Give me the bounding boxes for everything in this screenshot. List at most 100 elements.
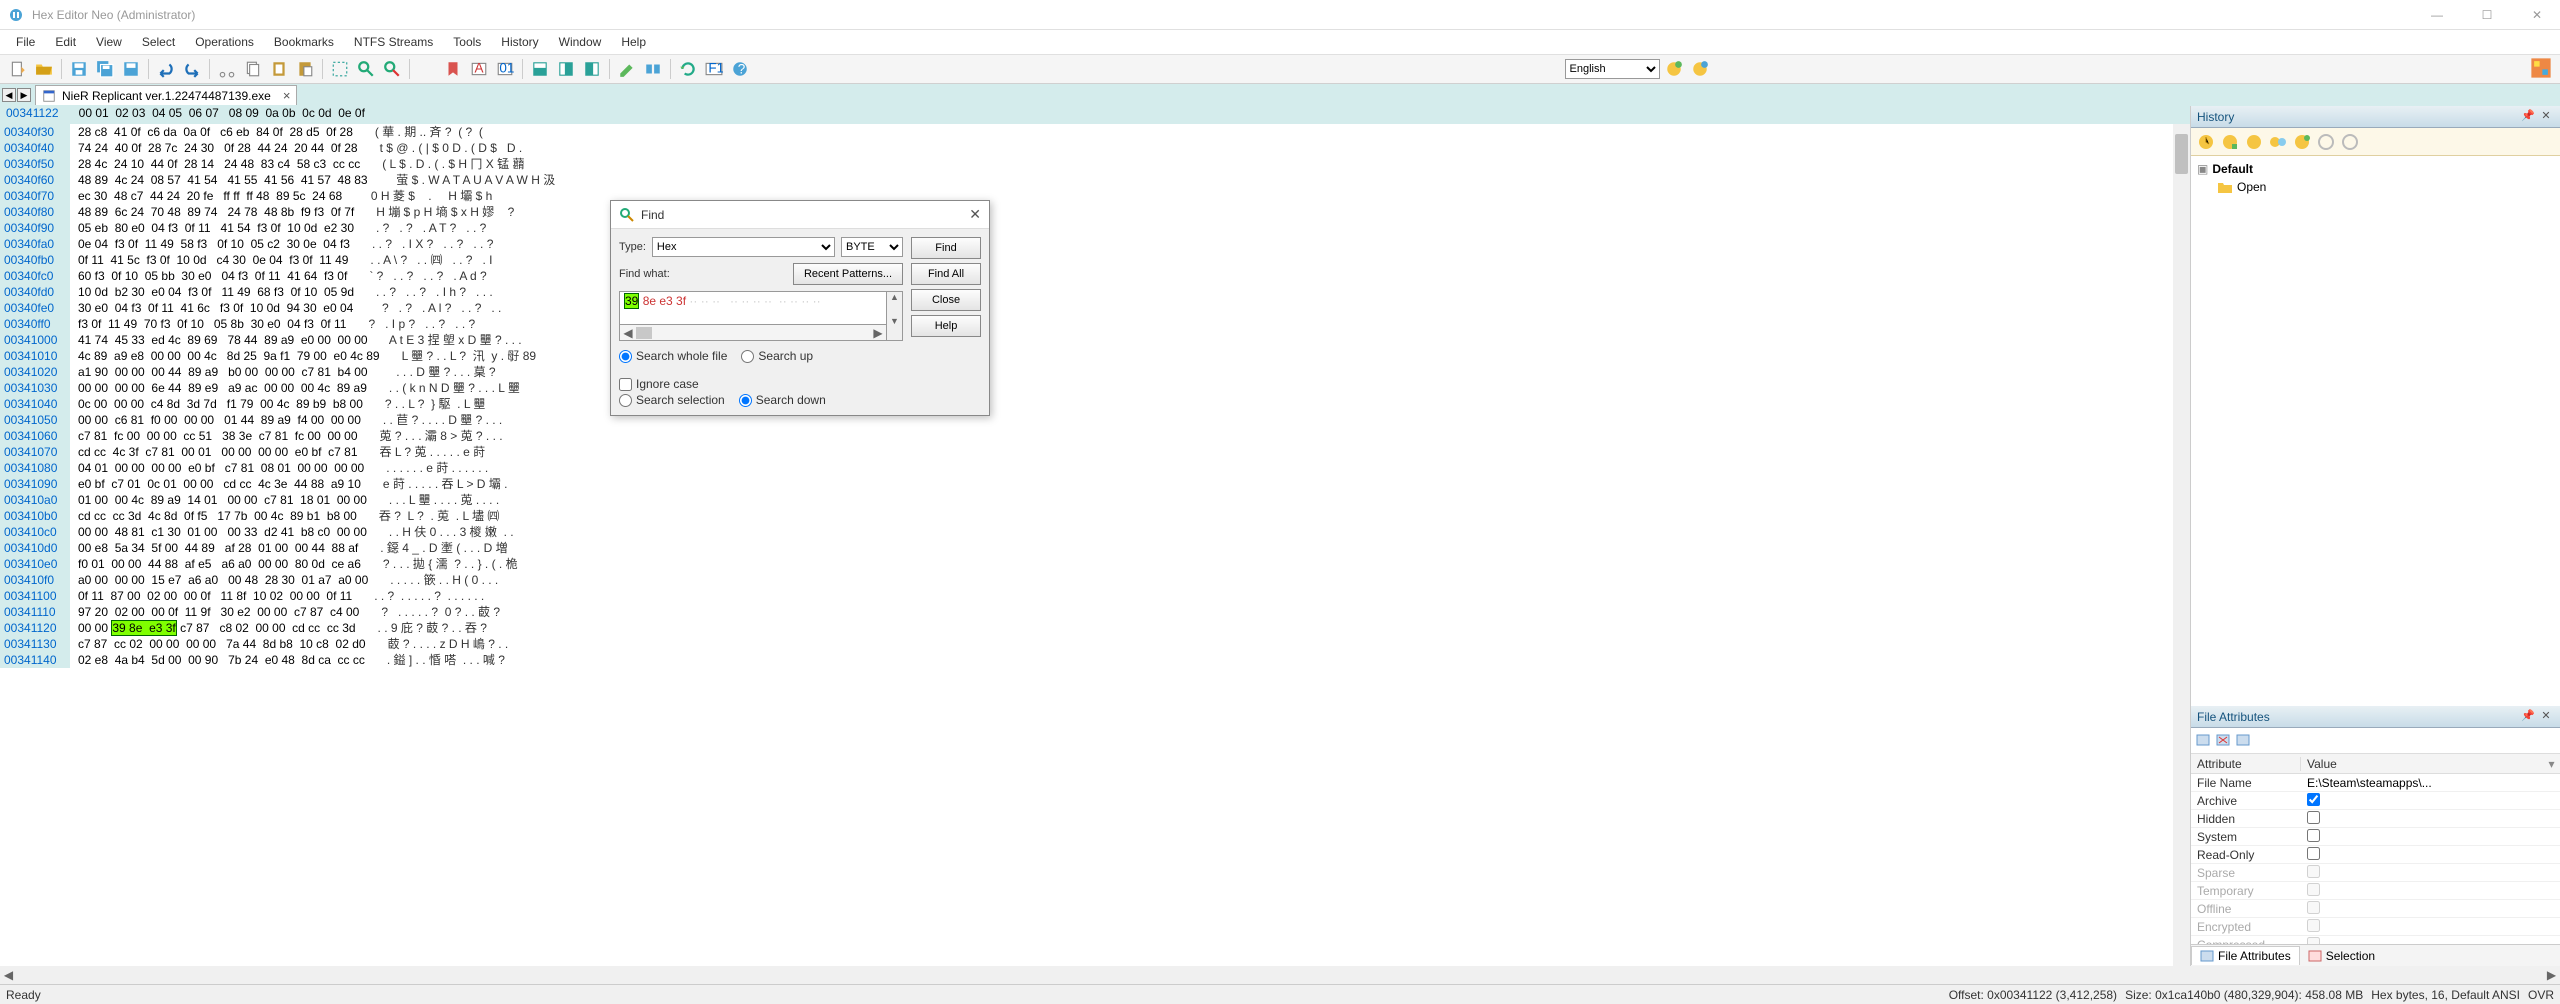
- fileattr-row[interactable]: Archive: [2191, 792, 2560, 810]
- fileattr-checkbox[interactable]: [2307, 811, 2320, 824]
- paste-button[interactable]: [267, 57, 291, 81]
- save-as-button[interactable]: [119, 57, 143, 81]
- history-tb-6[interactable]: [2315, 131, 2337, 153]
- menu-select[interactable]: Select: [134, 33, 183, 51]
- hex-row[interactable]: 003410104c 89 a9 e8 00 00 00 4c 8d 25 9a…: [0, 348, 2190, 364]
- history-tb-5[interactable]: [2291, 131, 2313, 153]
- fileattr-pin-button[interactable]: 📌: [2520, 709, 2536, 725]
- search-whole-file-radio[interactable]: Search whole file: [619, 349, 727, 363]
- hex-row[interactable]: 00340f5028 4c 24 10 44 0f 28 14 24 48 83…: [0, 156, 2190, 172]
- redo-button[interactable]: [180, 57, 204, 81]
- fileattr-row[interactable]: Offline: [2191, 900, 2560, 918]
- globe1-button[interactable]: [1662, 57, 1686, 81]
- hex-row[interactable]: 0034100041 74 45 33 ed 4c 89 69 78 44 89…: [0, 332, 2190, 348]
- hex-row[interactable]: 003410b0cd cc cc 3d 4c 8d 0f f5 17 7b 00…: [0, 508, 2190, 524]
- history-tb-7[interactable]: [2339, 131, 2361, 153]
- hex-row[interactable]: 0034114002 e8 4a b4 5d 00 00 90 7b 24 e0…: [0, 652, 2190, 668]
- binary-button[interactable]: 01: [493, 57, 517, 81]
- fileattr-checkbox[interactable]: [2307, 847, 2320, 860]
- compare-button[interactable]: [641, 57, 665, 81]
- layout3-button[interactable]: [580, 57, 604, 81]
- hex-row[interactable]: 00340ff0f3 0f 11 49 70 f3 0f 10 05 8b 30…: [0, 316, 2190, 332]
- close-button-dlg[interactable]: Close: [911, 289, 981, 311]
- history-tree[interactable]: ▣ Default Open: [2191, 156, 2560, 706]
- tab-selection[interactable]: Selection: [2300, 947, 2383, 965]
- document-tab[interactable]: NieR Replicant ver.1.22474487139.exe ×: [35, 85, 297, 105]
- fa-tb-2[interactable]: [2215, 732, 2233, 750]
- find-input-hscroll[interactable]: ◀▶: [619, 325, 887, 341]
- hex-row[interactable]: 003410f0a0 00 00 00 15 e7 a6 a0 00 48 28…: [0, 572, 2190, 588]
- close-button[interactable]: ✕: [2522, 8, 2552, 22]
- history-pin-button[interactable]: 📌: [2520, 109, 2536, 125]
- language-select[interactable]: English: [1565, 59, 1660, 79]
- hex-row[interactable]: 0034112000 00 39 8e e3 3f c7 87 c8 02 00…: [0, 620, 2190, 636]
- save-button[interactable]: [67, 57, 91, 81]
- hex-row[interactable]: 003410e0f0 01 00 00 44 88 af e5 a6 a0 00…: [0, 556, 2190, 572]
- refresh-button[interactable]: [676, 57, 700, 81]
- menu-edit[interactable]: Edit: [47, 33, 84, 51]
- find-input-vscroll[interactable]: ▲▼: [887, 291, 903, 341]
- hex-row[interactable]: 003410a001 00 00 4c 89 a9 14 01 00 00 c7…: [0, 492, 2190, 508]
- maximize-button[interactable]: ☐: [2472, 8, 2502, 22]
- hex-row[interactable]: 003410400c 00 00 00 c4 8d 3d 7d f1 79 00…: [0, 396, 2190, 412]
- highlight-button[interactable]: [615, 57, 639, 81]
- paste-special-button[interactable]: [293, 57, 317, 81]
- fileattr-checkbox[interactable]: [2307, 793, 2320, 806]
- fa-tb-3[interactable]: [2235, 732, 2253, 750]
- layout2-button[interactable]: [554, 57, 578, 81]
- find-dialog-close[interactable]: ✕: [969, 206, 981, 223]
- hex-row[interactable]: 00341060c7 81 fc 00 00 00 cc 51 38 3e c7…: [0, 428, 2190, 444]
- replace-button[interactable]: [380, 57, 404, 81]
- find-byte-select[interactable]: BYTE: [841, 237, 903, 257]
- hex-row[interactable]: 0034111097 20 02 00 00 0f 11 9f 30 e2 00…: [0, 604, 2190, 620]
- menu-ntfs-streams[interactable]: NTFS Streams: [346, 33, 441, 51]
- history-tb-4[interactable]: [2267, 131, 2289, 153]
- hex-row[interactable]: 003410d000 e8 5a 34 5f 00 44 89 af 28 01…: [0, 540, 2190, 556]
- undo-button[interactable]: [154, 57, 178, 81]
- hex-row[interactable]: 0034105000 00 c6 81 f0 00 00 00 01 44 89…: [0, 412, 2190, 428]
- fileattr-row[interactable]: Hidden: [2191, 810, 2560, 828]
- layout1-button[interactable]: [528, 57, 552, 81]
- history-close-button[interactable]: ✕: [2538, 109, 2554, 125]
- copy-button[interactable]: [241, 57, 265, 81]
- tab-file-attributes[interactable]: File Attributes: [2191, 946, 2300, 965]
- fileattr-row[interactable]: Temporary: [2191, 882, 2560, 900]
- tab-nav-left[interactable]: ◀: [2, 88, 16, 102]
- new-file-button[interactable]: [6, 57, 30, 81]
- menu-window[interactable]: Window: [551, 33, 610, 51]
- hex-row[interactable]: 00340fe030 e0 04 f3 0f 11 41 6c f3 0f 10…: [0, 300, 2190, 316]
- search-down-radio[interactable]: Search down: [739, 393, 826, 407]
- hex-row[interactable]: 00341130c7 87 cc 02 00 00 00 00 7a 44 8d…: [0, 636, 2190, 652]
- fileattr-row[interactable]: System: [2191, 828, 2560, 846]
- fileattr-checkbox[interactable]: [2307, 829, 2320, 842]
- hex-row[interactable]: 00340fb00f 11 41 5c f3 0f 10 0d c4 30 0e…: [0, 252, 2190, 268]
- find-type-select[interactable]: Hex: [652, 237, 835, 257]
- hex-row[interactable]: 00340f9005 eb 80 e0 04 f3 0f 11 41 54 f3…: [0, 220, 2190, 236]
- globe2-button[interactable]: [1688, 57, 1712, 81]
- hex-row[interactable]: 003410c000 00 48 81 c1 30 01 00 00 33 d2…: [0, 524, 2190, 540]
- minimize-button[interactable]: —: [2422, 8, 2452, 22]
- hex-row[interactable]: 0034108004 01 00 00 00 00 e0 bf c7 81 08…: [0, 460, 2190, 476]
- encoding-button[interactable]: A: [467, 57, 491, 81]
- hex-row[interactable]: 00340fa00e 04 f3 0f 11 49 58 f3 0f 10 05…: [0, 236, 2190, 252]
- hex-row[interactable]: 00340f6048 89 4c 24 08 57 41 54 41 55 41…: [0, 172, 2190, 188]
- history-open-item[interactable]: Open: [2237, 180, 2266, 194]
- hex-row[interactable]: 00340f70ec 30 48 c7 44 24 20 fe ff ff ff…: [0, 188, 2190, 204]
- menu-history[interactable]: History: [493, 33, 546, 51]
- search-selection-radio[interactable]: Search selection: [619, 393, 725, 407]
- select-button[interactable]: [328, 57, 352, 81]
- f1-button[interactable]: F1: [702, 57, 726, 81]
- fileattr-close-button[interactable]: ✕: [2538, 709, 2554, 725]
- fa-tb-1[interactable]: [2195, 732, 2213, 750]
- hex-row[interactable]: 003411000f 11 87 00 02 00 00 0f 11 8f 10…: [0, 588, 2190, 604]
- search-up-radio[interactable]: Search up: [741, 349, 813, 363]
- hex-row[interactable]: 00340fc060 f3 0f 10 05 bb 30 e0 04 f3 0f…: [0, 268, 2190, 284]
- hex-row[interactable]: 00341020a1 90 00 00 00 44 89 a9 b0 00 00…: [0, 364, 2190, 380]
- hex-row[interactable]: 00341090e0 bf c7 01 0c 01 00 00 cd cc 4c…: [0, 476, 2190, 492]
- horizontal-scrollbar[interactable]: ◀▶: [0, 966, 2560, 984]
- open-file-button[interactable]: [32, 57, 56, 81]
- menu-tools[interactable]: Tools: [445, 33, 489, 51]
- fileattr-row[interactable]: Compressed: [2191, 936, 2560, 944]
- help-button-dlg[interactable]: Help: [911, 315, 981, 337]
- menu-help[interactable]: Help: [613, 33, 654, 51]
